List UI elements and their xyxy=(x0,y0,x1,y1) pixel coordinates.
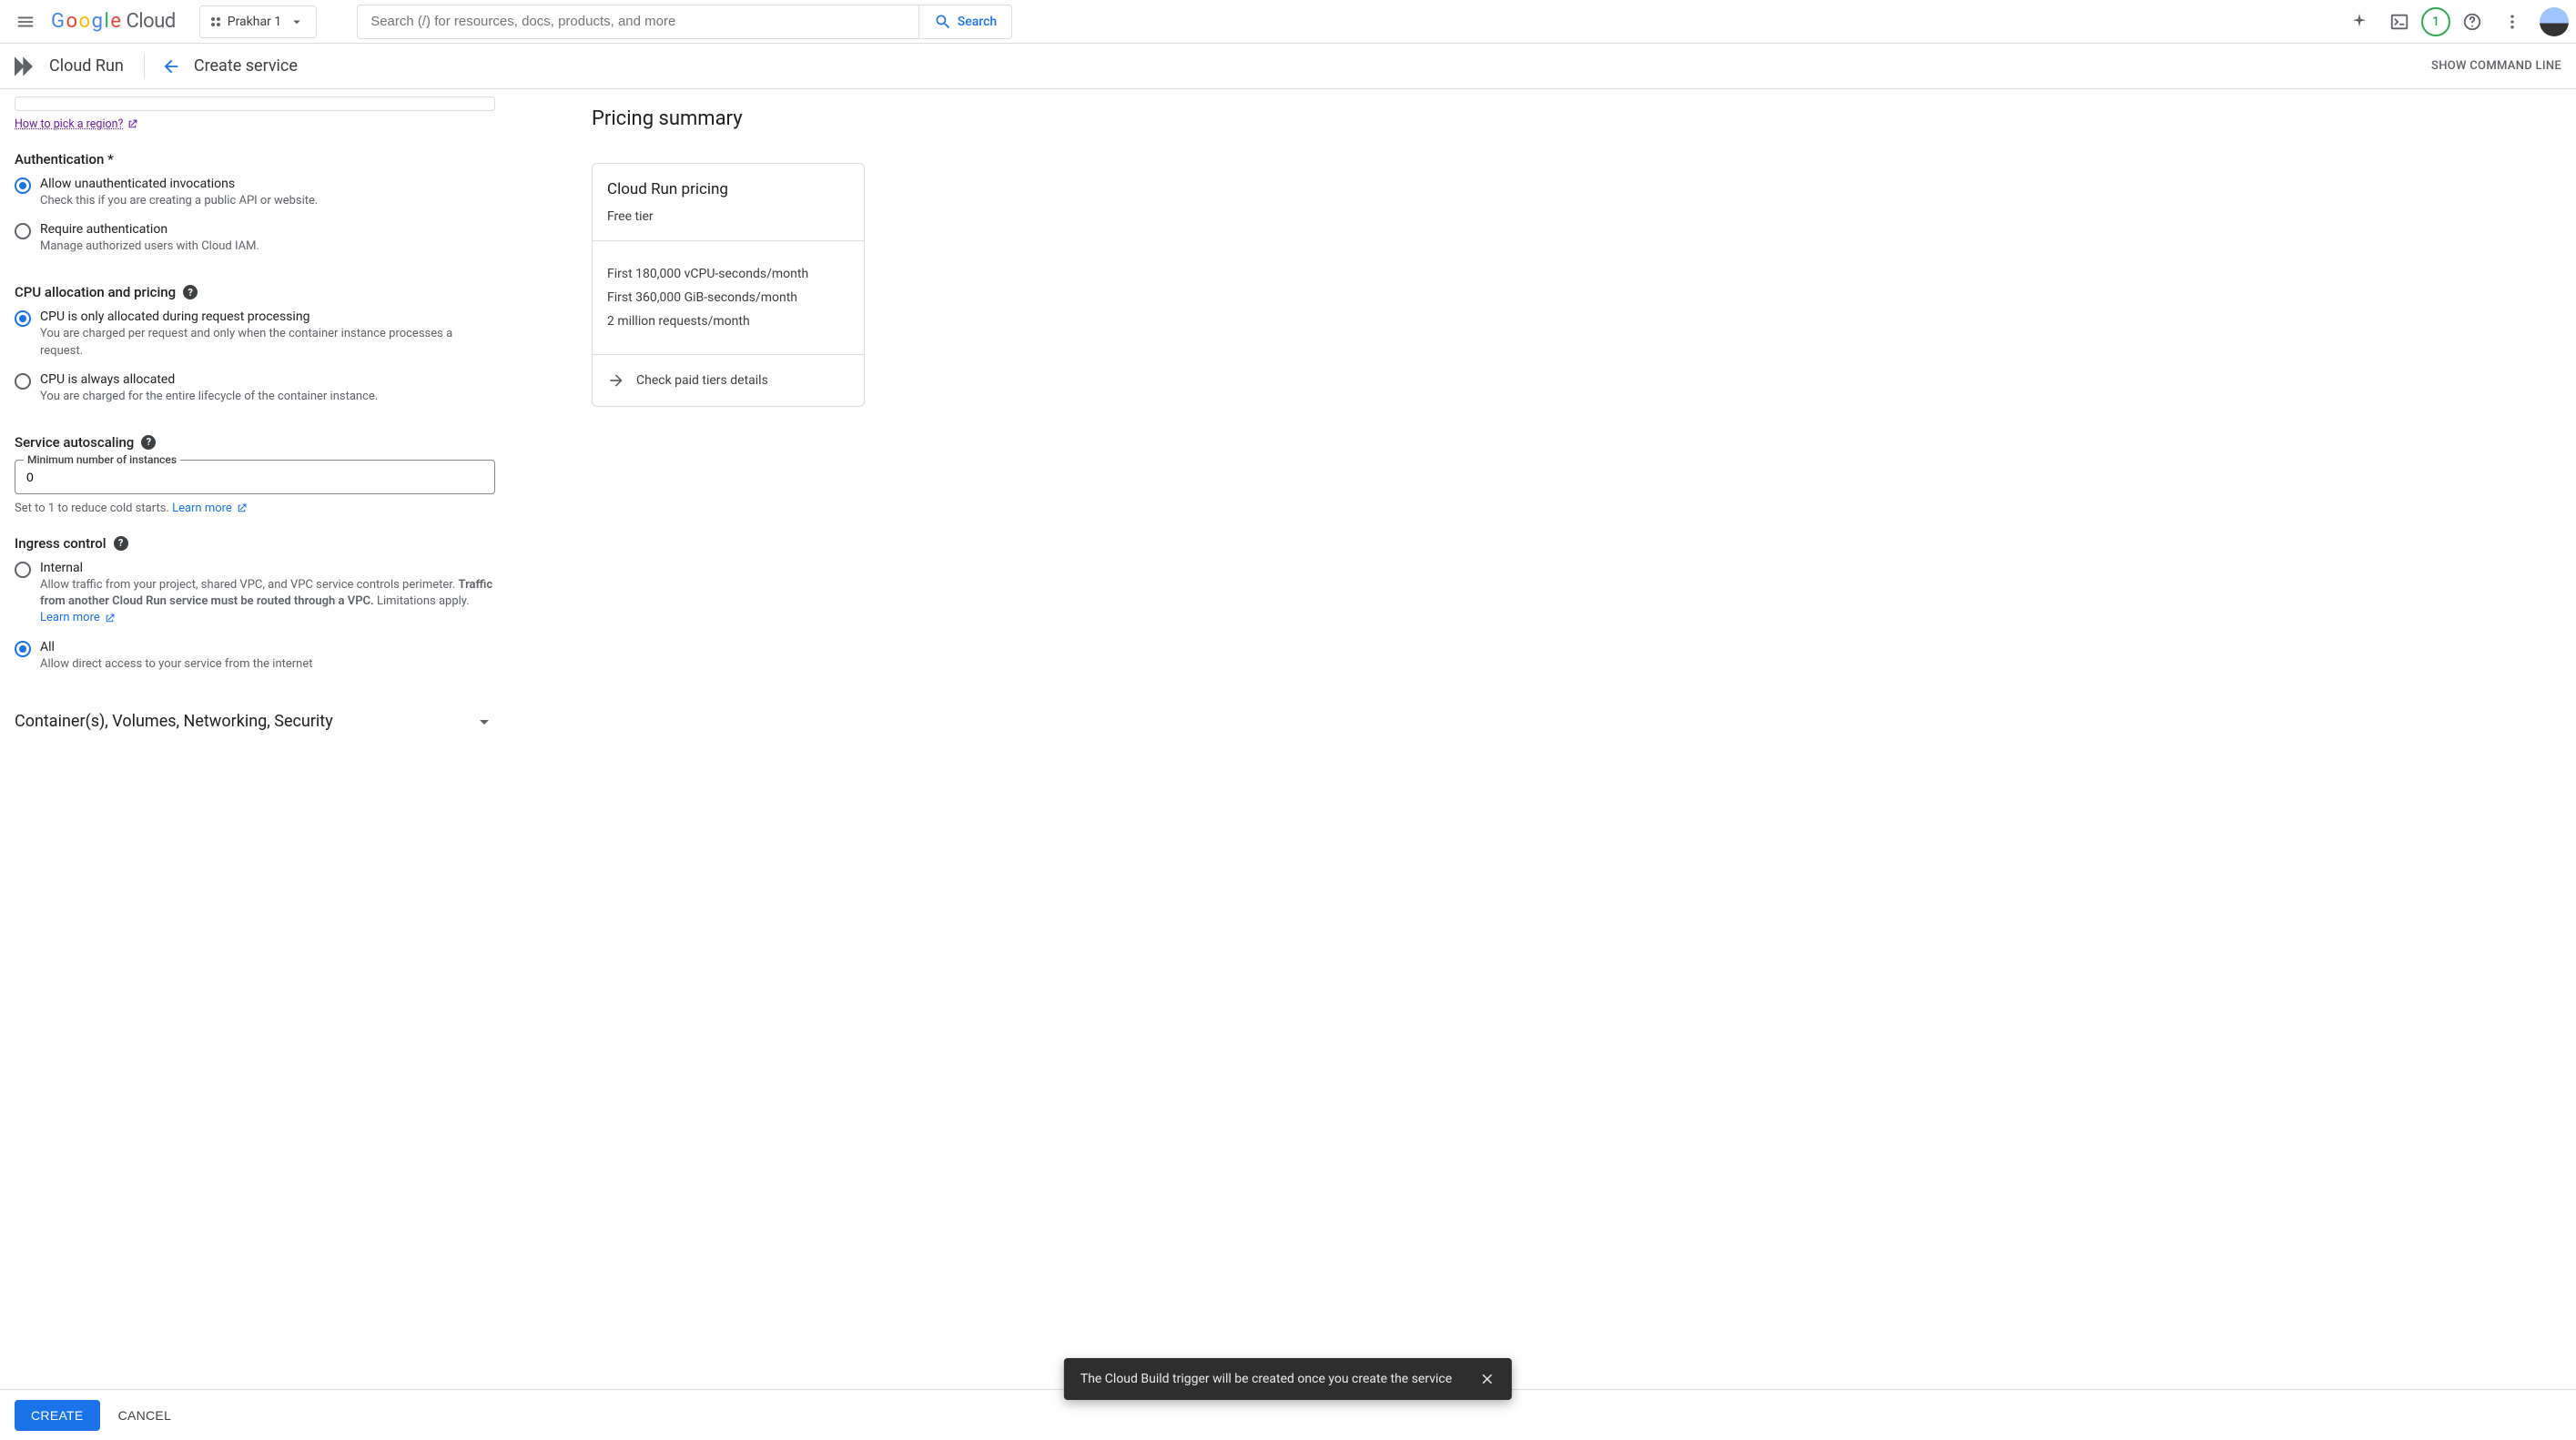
create-button[interactable]: CREATE xyxy=(15,1400,100,1431)
ingress-heading: Ingress control ? xyxy=(15,535,495,552)
auth-radio-require-label: Require authentication xyxy=(40,222,259,237)
ingress-radio-internal-label: Internal xyxy=(40,561,495,575)
google-cloud-logo[interactable]: Google Cloud xyxy=(51,10,176,33)
pricing-heading: Pricing summary xyxy=(592,107,2561,130)
gemini-spark-icon[interactable] xyxy=(2341,4,2378,40)
external-link-icon xyxy=(104,613,116,624)
pricing-column: Pricing summary Cloud Run pricing Free t… xyxy=(510,89,2576,811)
toast-notification: The Cloud Build trigger will be created … xyxy=(1064,1358,1512,1400)
ingress-help-icon[interactable]: ? xyxy=(114,536,128,551)
min-instances-input[interactable] xyxy=(26,470,483,484)
product-title: Cloud Run xyxy=(49,56,144,76)
min-instances-label: Minimum number of instances xyxy=(24,453,180,466)
cloud-run-icon xyxy=(11,52,40,81)
auth-heading: Authentication * xyxy=(15,151,495,167)
cpu-radio-always[interactable] xyxy=(15,373,31,390)
arrow-right-icon xyxy=(607,371,625,390)
help-icon[interactable] xyxy=(2454,4,2490,40)
form-column: How to pick a region? Authentication * A… xyxy=(0,89,510,811)
cpu-help-icon[interactable]: ? xyxy=(183,285,198,299)
autoscale-learn-more-link[interactable]: Learn more xyxy=(172,502,248,515)
paid-tiers-link[interactable]: Check paid tiers details xyxy=(607,371,849,390)
project-name: Prakhar 1 xyxy=(228,15,281,29)
back-button[interactable] xyxy=(154,49,188,84)
cpu-radio-always-desc: You are charged for the entire lifecycle… xyxy=(40,389,378,405)
pricing-card-title: Cloud Run pricing xyxy=(607,180,849,198)
cancel-button[interactable]: CANCEL xyxy=(118,1408,172,1423)
page-header: Cloud Run Create service SHOW COMMAND LI… xyxy=(0,44,2576,89)
header-actions: 1 xyxy=(2341,4,2569,40)
autoscale-heading: Service autoscaling ? xyxy=(15,434,495,451)
pricing-card-subtitle: Free tier xyxy=(607,209,849,224)
cpu-radio-request-label: CPU is only allocated during request pro… xyxy=(40,309,495,324)
autoscale-help-icon[interactable]: ? xyxy=(141,435,156,450)
show-command-line-button[interactable]: SHOW COMMAND LINE xyxy=(2431,59,2569,73)
cpu-heading: CPU allocation and pricing ? xyxy=(15,284,495,300)
cpu-radio-request-desc: You are charged per request and only whe… xyxy=(40,326,495,359)
region-help-link[interactable]: How to pick a region? xyxy=(15,117,138,131)
toast-close-button[interactable] xyxy=(1479,1371,1496,1387)
ingress-radio-all-desc: Allow direct access to your service from… xyxy=(40,656,313,673)
min-instances-field: Minimum number of instances xyxy=(15,460,495,494)
cpu-radio-always-label: CPU is always allocated xyxy=(40,372,378,387)
more-vert-icon[interactable] xyxy=(2494,4,2530,40)
pricing-card: Cloud Run pricing Free tier First 180,00… xyxy=(592,163,865,407)
project-picker-icon xyxy=(211,17,220,26)
ingress-radio-all-label: All xyxy=(40,640,313,654)
advanced-expander[interactable]: Container(s), Volumes, Networking, Secur… xyxy=(15,705,495,738)
cpu-radio-request[interactable] xyxy=(15,310,31,327)
search-bar: Search xyxy=(357,5,1012,39)
ingress-radio-internal[interactable] xyxy=(15,562,31,578)
ingress-learn-more-link[interactable]: Learn more xyxy=(40,610,116,626)
external-link-icon xyxy=(127,118,138,130)
auth-radio-require-desc: Manage authorized users with Cloud IAM. xyxy=(40,238,259,255)
ingress-radio-internal-desc: Allow traffic from your project, shared … xyxy=(40,577,495,627)
auth-radio-unauth[interactable] xyxy=(15,177,31,194)
auth-radio-unauth-label: Allow unauthenticated invocations xyxy=(40,177,318,191)
search-button[interactable]: Search xyxy=(918,5,1011,38)
chevron-down-icon xyxy=(473,711,495,733)
user-avatar[interactable] xyxy=(2540,7,2569,36)
project-picker[interactable]: Prakhar 1 xyxy=(199,5,317,38)
main-content: How to pick a region? Authentication * A… xyxy=(0,89,2576,811)
caret-down-icon xyxy=(289,14,305,30)
free-trial-badge[interactable]: 1 xyxy=(2421,7,2450,36)
ingress-radio-all[interactable] xyxy=(15,641,31,657)
page-title: Create service xyxy=(194,56,298,76)
cloud-shell-icon[interactable] xyxy=(2381,4,2418,40)
external-link-icon xyxy=(236,502,248,514)
global-header: Google Cloud Prakhar 1 Search 1 xyxy=(0,0,2576,44)
hamburger-menu-icon[interactable] xyxy=(7,4,44,40)
pricing-line: 2 million requests/month xyxy=(607,314,849,329)
search-input[interactable] xyxy=(358,5,918,38)
toast-text: The Cloud Build trigger will be created … xyxy=(1080,1372,1452,1386)
arrow-left-icon xyxy=(161,56,181,76)
close-icon xyxy=(1479,1371,1496,1387)
pricing-line: First 360,000 GiB-seconds/month xyxy=(607,290,849,305)
region-field-partial[interactable] xyxy=(15,96,495,111)
min-instances-helper: Set to 1 to reduce cold starts. Learn mo… xyxy=(15,502,495,515)
search-icon xyxy=(934,13,952,31)
pricing-line: First 180,000 vCPU-seconds/month xyxy=(607,267,849,281)
auth-radio-require[interactable] xyxy=(15,223,31,239)
auth-radio-unauth-desc: Check this if you are creating a public … xyxy=(40,193,318,209)
divider xyxy=(144,54,145,79)
